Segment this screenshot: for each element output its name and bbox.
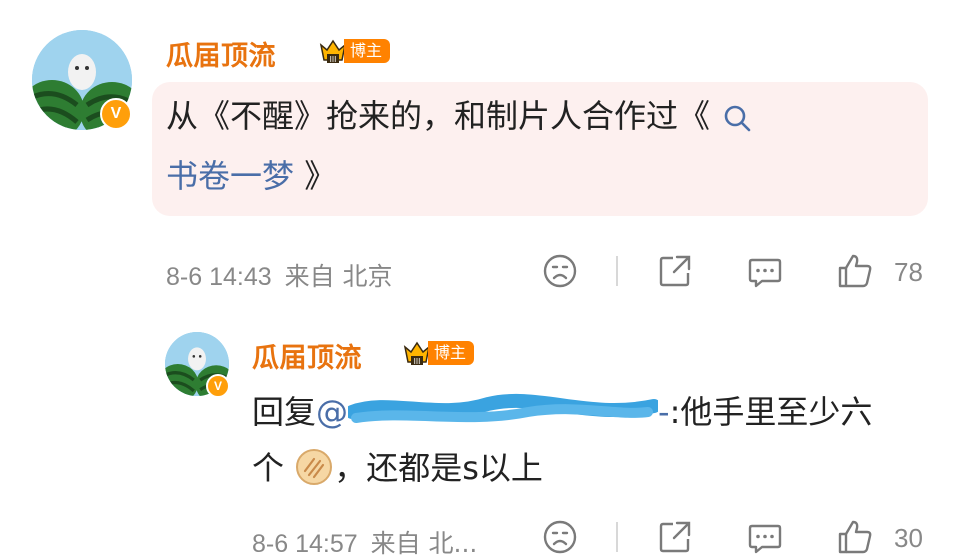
- reply-author[interactable]: 瓜届顶流: [252, 336, 362, 375]
- mention-suffix: -: [658, 393, 670, 431]
- search-icon[interactable]: [722, 103, 752, 133]
- divider: [616, 256, 618, 286]
- comment-text-line1: 从《不醒》抢来的，和制片人合作过《: [166, 97, 711, 135]
- divider: [616, 522, 618, 552]
- pancake-emoji: [296, 449, 333, 485]
- reply-meta: 8-6 14:57 来自 北...: [252, 524, 477, 560]
- reply-text-after: :他手里至少六: [669, 393, 873, 431]
- svg-text:III: III: [414, 357, 421, 366]
- share-icon[interactable]: [657, 519, 693, 555]
- comment-text: 从《不醒》抢来的，和制片人合作过《: [166, 88, 752, 144]
- reply-text: 回复@ -:他手里至少六: [252, 384, 872, 440]
- sad-face-icon[interactable]: [542, 253, 578, 289]
- reply-line2-start: 个: [252, 449, 285, 487]
- mention-link[interactable]: @ -: [316, 393, 670, 431]
- reply-line2-end: ，还都是s以上: [334, 449, 543, 487]
- sad-face-icon[interactable]: [542, 519, 578, 555]
- reply-text-line2: 个 ，还都是s以上: [252, 440, 543, 496]
- comment-source: 来自 北京: [284, 262, 393, 291]
- reply-source: 来自 北...: [370, 529, 478, 558]
- reply-time: 8-6 14:57: [252, 530, 358, 558]
- verified-icon: V: [100, 98, 132, 130]
- topic-link[interactable]: 书卷一梦: [166, 157, 294, 195]
- blogger-badge: III 博主: [318, 36, 391, 66]
- redacted-scribble: [348, 393, 659, 423]
- comment-meta: 8-6 14:43 来自 北京: [166, 257, 393, 293]
- reply-blogger-badge-label: 博主: [428, 341, 475, 365]
- reply-blogger-badge: III 博主: [402, 338, 475, 368]
- comment-author[interactable]: 瓜届顶流: [166, 34, 276, 73]
- comment-icon[interactable]: [747, 520, 783, 556]
- like-icon[interactable]: [836, 252, 874, 290]
- reply-prefix: 回复: [252, 393, 317, 431]
- svg-text:III: III: [330, 55, 337, 64]
- like-count: 78: [894, 257, 923, 287]
- mention-at: @: [316, 393, 349, 431]
- comment-text-line2: 书卷一梦 》: [166, 148, 336, 204]
- comment-time: 8-6 14:43: [166, 263, 272, 291]
- blogger-badge-label: 博主: [344, 39, 391, 63]
- reply-verified-icon: V: [206, 374, 230, 398]
- share-icon[interactable]: [657, 253, 693, 289]
- like-icon[interactable]: [836, 518, 874, 556]
- comment-text-end: 》: [294, 157, 337, 195]
- reply-like-count: 30: [894, 523, 923, 553]
- comment-icon[interactable]: [747, 254, 783, 290]
